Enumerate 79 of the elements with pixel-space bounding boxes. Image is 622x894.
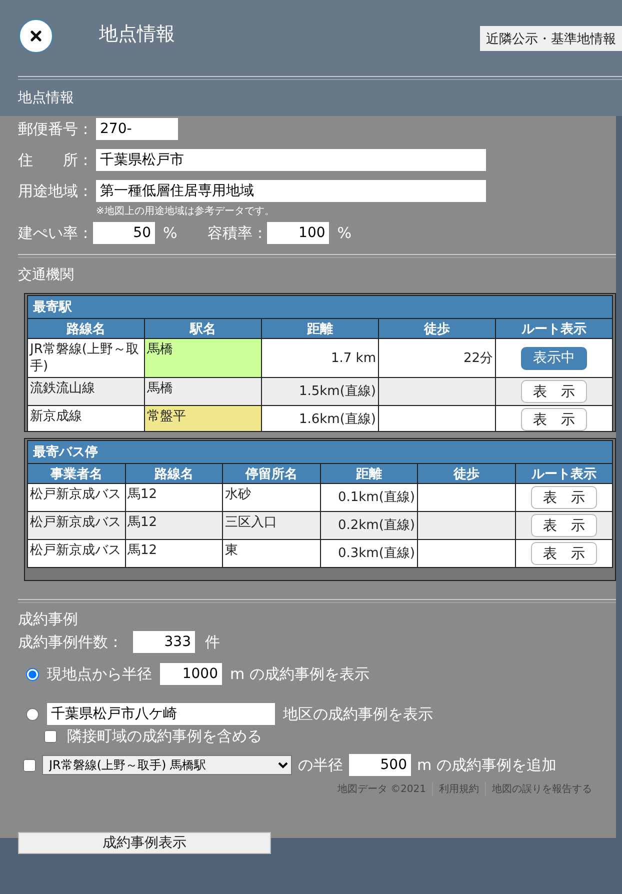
table-cell: 三区入口 [222, 512, 320, 540]
table-cell: 0.3km(直線) [320, 540, 418, 568]
table-cell: JR常磐線(上野～取手) [28, 338, 144, 378]
column-header: 路線名 [125, 464, 222, 484]
section-heading: 成約事例 [17, 609, 79, 629]
unit-label: 件 [205, 632, 220, 652]
route-button[interactable]: 表 示 [530, 514, 597, 537]
table-cell: 馬12 [125, 484, 222, 512]
close-button[interactable] [19, 19, 53, 53]
number-field[interactable]: 50 [93, 222, 155, 244]
table-cell: 水砂 [222, 484, 320, 512]
column-header: ルート表示 [496, 318, 612, 338]
radio-button[interactable] [26, 708, 39, 720]
map-credit: 地図データ ©2021 [336, 782, 427, 796]
field-label: 建ぺい率： [18, 224, 93, 242]
neighbor-info-button[interactable]: 近隣公示・基準地情報 [480, 26, 622, 51]
checkbox[interactable] [44, 730, 57, 743]
section-heading: 交通機関 [17, 266, 75, 285]
table-cell: 馬橋 [144, 338, 262, 378]
column-header: 徒歩 [418, 464, 515, 484]
field-label: 郵便番号： [18, 120, 94, 138]
radius-field[interactable]: 1000 [160, 663, 222, 685]
route-button[interactable]: 表 示 [530, 542, 597, 565]
table-cell: 松戸新京成バス [28, 540, 125, 568]
column-header: 路線名 [28, 318, 144, 338]
show-deals-button[interactable]: 成約事例表示 [18, 832, 271, 854]
section-heading: 地点情報 [17, 89, 75, 108]
route-button[interactable]: 表 示 [530, 486, 597, 509]
table-cell: 馬12 [125, 512, 222, 540]
table-cell: 馬12 [125, 540, 222, 568]
route-button[interactable]: 表 示 [521, 408, 587, 431]
option-label: 現地点から半径 [47, 664, 152, 684]
radius-field[interactable]: 500 [349, 754, 411, 776]
field-label: 用途地域： [18, 182, 94, 200]
table-cell: 東 [222, 540, 320, 568]
unit-label: % [163, 224, 178, 242]
area-field[interactable]: 千葉県松戸市八ケ崎 [47, 703, 275, 725]
route-button[interactable]: 表示中 [521, 346, 587, 370]
text-field[interactable]: 千葉県松戸市 [96, 149, 486, 171]
page-title: 地点情報 [99, 22, 175, 47]
table-cell: 常盤平 [144, 406, 262, 431]
table-title: 最寄駅 [28, 296, 612, 318]
table-cell: 0.2km(直線) [320, 512, 418, 540]
checkbox[interactable] [23, 758, 36, 772]
option-label: の半径 [298, 756, 343, 774]
checkbox-label: 隣接町域の成約事例を含める [67, 727, 262, 746]
field-label: 成約事例件数： [18, 632, 123, 652]
option-label: m の成約事例を表示 [230, 664, 370, 684]
count-field[interactable]: 333 [133, 631, 195, 653]
close-icon [30, 30, 42, 42]
note-text: ※地図上の用途地域は参考データです。 [96, 204, 276, 218]
table-cell: 1.6km(直線) [262, 406, 378, 431]
radio-button[interactable] [26, 668, 39, 680]
table-cell: 22分 [378, 338, 496, 378]
unit-label: % [337, 224, 352, 242]
number-field[interactable]: 100 [267, 222, 330, 244]
option-label: 地区の成約事例を表示 [283, 704, 433, 724]
table-title: 最寄バス停 [28, 440, 612, 464]
table-cell: 新京成線 [28, 406, 144, 431]
route-button[interactable]: 表 示 [521, 380, 587, 403]
table-cell: 流鉄流山線 [28, 378, 144, 406]
table-cell: 0.1km(直線) [320, 484, 418, 512]
table-cell: 松戸新京成バス [28, 512, 125, 540]
column-header: 駅名 [144, 318, 262, 338]
table-cell: 松戸新京成バス [28, 484, 125, 512]
table-cell: 馬橋 [144, 378, 262, 406]
table-cell: 1.5km(直線) [262, 378, 378, 406]
column-header: ルート表示 [515, 464, 612, 484]
column-header: 距離 [320, 464, 418, 484]
column-header: 事業者名 [28, 464, 125, 484]
column-header: 徒歩 [378, 318, 496, 338]
column-header: 停留所名 [222, 464, 320, 484]
field-label: 住 所： [18, 150, 94, 170]
option-label: m の成約事例を追加 [417, 756, 556, 774]
text-field[interactable]: 第一種低層住居専用地域 [96, 180, 486, 202]
table-cell: 1.7 km [262, 338, 378, 378]
text-field[interactable]: 270- [96, 118, 178, 140]
field-label: 容積率： [207, 224, 268, 242]
column-header: 距離 [262, 318, 378, 338]
